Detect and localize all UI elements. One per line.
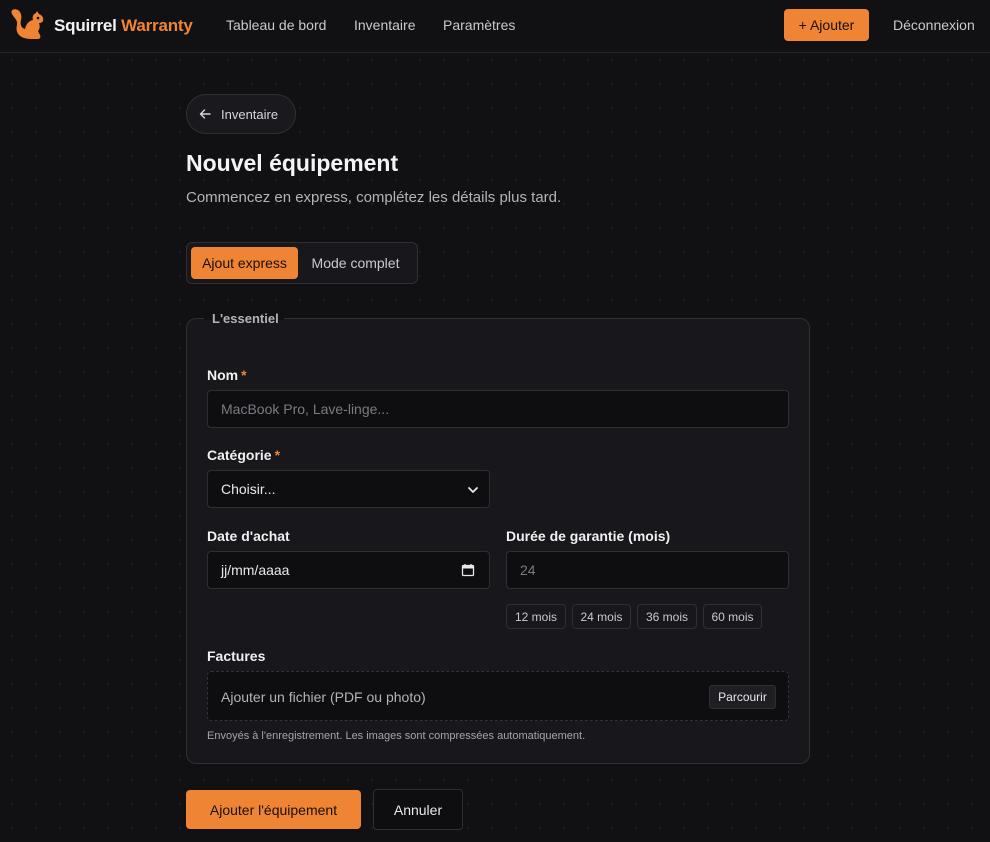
top-navbar: Squirrel Warranty Tableau de bord Invent… (0, 0, 990, 53)
invoice-dropzone[interactable]: Ajouter un fichier (PDF ou photo) Parcou… (207, 671, 789, 721)
back-label: Inventaire (221, 106, 279, 122)
warranty-chip-24[interactable]: 24 mois (572, 604, 631, 629)
brand-name[interactable]: Squirrel Warranty (54, 16, 193, 36)
warranty-placeholder: 24 (520, 562, 536, 578)
squirrel-icon[interactable] (9, 8, 47, 42)
purchase-date-input[interactable]: jj/mm/aaaa (207, 551, 490, 589)
page-subtitle: Commencez en express, complétez les déta… (186, 189, 562, 206)
purchase-date-label: Date d'achat (207, 528, 290, 544)
warranty-chip-60[interactable]: 60 mois (703, 604, 762, 629)
warranty-chip-36[interactable]: 36 mois (637, 604, 697, 629)
warranty-input[interactable]: 24 (506, 551, 789, 589)
brand-part1: Squirrel (54, 16, 117, 35)
mode-express-button[interactable]: Ajout express (191, 247, 298, 279)
name-label: Nom * (207, 367, 247, 383)
add-button[interactable]: + Ajouter (784, 9, 869, 41)
invoices-label: Factures (207, 648, 266, 664)
brand-part2: Warranty (121, 16, 193, 35)
back-to-inventory-button[interactable]: Inventaire (186, 94, 296, 134)
nav-link-settings[interactable]: Paramètres (443, 17, 515, 33)
mode-complete-button[interactable]: Mode complet (298, 247, 413, 279)
nav-link-inventory[interactable]: Inventaire (354, 17, 415, 33)
calendar-icon[interactable] (461, 563, 475, 577)
fieldset-legend: L'essentiel (212, 311, 279, 326)
category-label-text: Catégorie (207, 447, 272, 463)
mode-toggle: Ajout express Mode complet (186, 242, 418, 284)
category-label: Catégorie * (207, 447, 280, 463)
cancel-button[interactable]: Annuler (373, 789, 463, 830)
page-title: Nouvel équipement (186, 150, 399, 176)
required-mark: * (274, 447, 281, 463)
invoice-hint: Envoyés à l'enregistrement. Les images s… (207, 730, 586, 742)
chevron-down-icon (468, 487, 478, 493)
category-select[interactable]: Choisir... (207, 470, 490, 508)
submit-equipment-button[interactable]: Ajouter l'équipement (186, 790, 361, 829)
nav-link-dashboard[interactable]: Tableau de bord (226, 17, 326, 33)
name-placeholder: MacBook Pro, Lave-linge... (221, 401, 390, 417)
warranty-chip-12[interactable]: 12 mois (506, 604, 566, 629)
category-selected-value: Choisir... (221, 481, 276, 497)
dropzone-text: Ajouter un fichier (PDF ou photo) (221, 689, 426, 705)
required-mark: * (241, 367, 247, 383)
name-label-text: Nom (207, 367, 239, 383)
name-input[interactable]: MacBook Pro, Lave-linge... (207, 390, 789, 428)
purchase-date-value: jj/mm/aaaa (221, 562, 290, 578)
logout-link[interactable]: Déconnexion (893, 17, 975, 33)
arrow-left-icon (199, 109, 211, 119)
warranty-label: Durée de garantie (mois) (506, 528, 671, 544)
browse-button[interactable]: Parcourir (709, 685, 776, 709)
